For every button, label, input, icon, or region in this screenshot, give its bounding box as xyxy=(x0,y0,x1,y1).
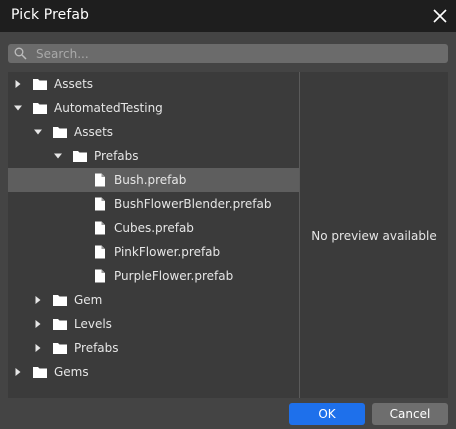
file-icon xyxy=(95,221,105,235)
close-button[interactable] xyxy=(424,0,456,32)
tree-item-label: BushFlowerBlender.prefab xyxy=(114,197,272,211)
window-title: Pick Prefab xyxy=(11,7,90,23)
tree-item-label: Prefabs xyxy=(74,341,119,355)
folder-icon xyxy=(33,103,47,114)
folder-icon xyxy=(53,295,67,306)
tree-file-item[interactable]: Bush.prefab xyxy=(8,168,299,192)
folder-icon xyxy=(53,319,67,330)
tree-folder-item[interactable]: Levels xyxy=(8,312,299,336)
tree-folder-item[interactable]: Prefabs xyxy=(8,144,299,168)
file-icon xyxy=(95,245,105,259)
search-icon xyxy=(14,47,27,60)
chevron-down-icon[interactable] xyxy=(14,104,22,112)
tree-item-label: Assets xyxy=(54,77,94,91)
tree-file-item[interactable]: PurpleFlower.prefab xyxy=(8,264,299,288)
folder-icon xyxy=(33,79,47,90)
file-icon xyxy=(95,269,105,283)
asset-tree[interactable]: Assets AutomatedTesting Assets Prefabs Bush.… xyxy=(8,72,299,398)
tree-folder-item[interactable]: Gem xyxy=(8,288,299,312)
tree-item-label: Cubes.prefab xyxy=(114,221,194,235)
chevron-down-icon[interactable] xyxy=(54,152,62,160)
tree-file-item[interactable]: PinkFlower.prefab xyxy=(8,240,299,264)
title-bar: Pick Prefab xyxy=(0,0,456,32)
chevron-right-icon[interactable] xyxy=(34,320,42,328)
tree-item-label: Assets xyxy=(74,125,114,139)
search-input[interactable] xyxy=(36,44,436,63)
chevron-down-icon[interactable] xyxy=(34,128,42,136)
preview-pane: No preview available xyxy=(300,72,448,398)
chevron-right-icon[interactable] xyxy=(14,80,22,88)
tree-item-label: Gems xyxy=(54,365,89,379)
chevron-right-icon[interactable] xyxy=(14,368,22,376)
ok-button[interactable]: OK xyxy=(289,403,365,425)
tree-item-label: Levels xyxy=(74,317,112,331)
tree-item-label: Bush.prefab xyxy=(114,173,187,187)
picker-panel: Assets AutomatedTesting Assets Prefabs Bush.… xyxy=(8,72,448,398)
chevron-right-icon[interactable] xyxy=(34,344,42,352)
folder-icon xyxy=(53,343,67,354)
tree-folder-item[interactable]: Assets xyxy=(8,120,299,144)
tree-item-label: PinkFlower.prefab xyxy=(114,245,221,259)
tree-file-item[interactable]: BushFlowerBlender.prefab xyxy=(8,192,299,216)
close-icon xyxy=(433,9,447,23)
tree-folder-item[interactable]: Gems xyxy=(8,360,299,384)
folder-icon xyxy=(73,151,87,162)
file-icon xyxy=(95,197,105,211)
folder-icon xyxy=(53,127,67,138)
tree-folder-item[interactable]: Assets xyxy=(8,72,299,96)
file-icon xyxy=(95,173,105,187)
tree-item-label: PurpleFlower.prefab xyxy=(114,269,234,283)
tree-file-item[interactable]: Cubes.prefab xyxy=(8,216,299,240)
tree-item-label: Prefabs xyxy=(94,149,139,163)
folder-icon xyxy=(33,367,47,378)
tree-folder-item[interactable]: AutomatedTesting xyxy=(8,96,299,120)
cancel-button[interactable]: Cancel xyxy=(372,403,448,425)
tree-folder-item[interactable]: Prefabs xyxy=(8,336,299,360)
search-field[interactable] xyxy=(8,44,448,63)
tree-item-label: Gem xyxy=(74,293,103,307)
preview-message: No preview available xyxy=(311,229,437,243)
tree-item-label: AutomatedTesting xyxy=(54,101,163,115)
chevron-right-icon[interactable] xyxy=(34,296,42,304)
